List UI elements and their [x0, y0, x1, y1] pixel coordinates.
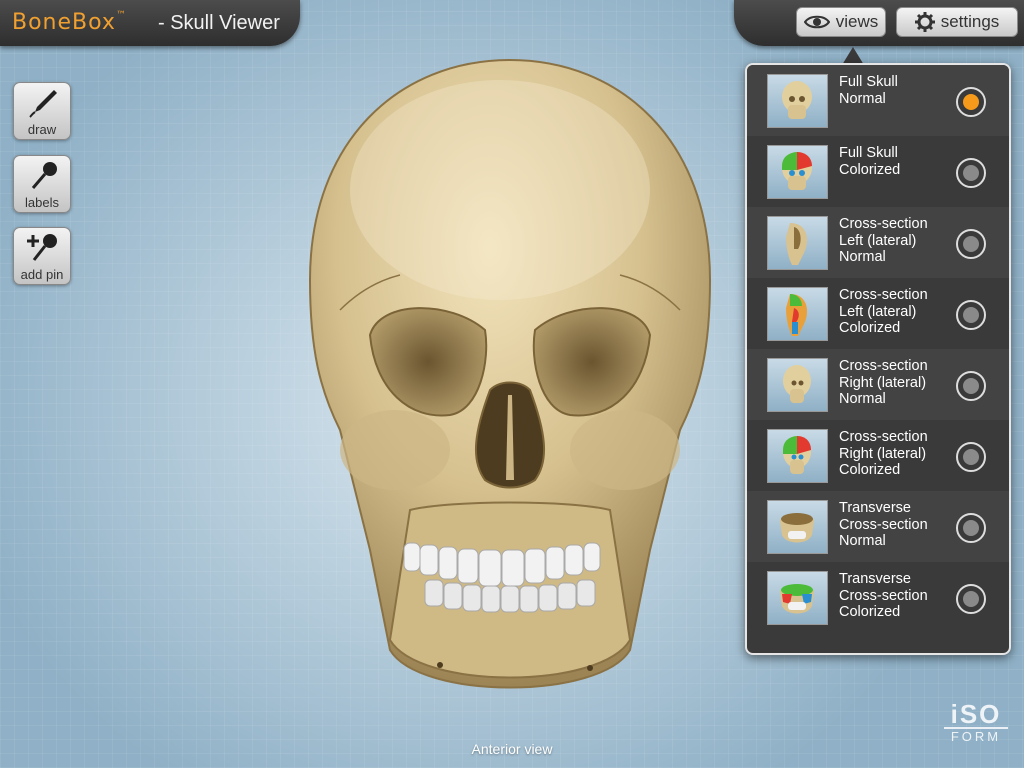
draw-tool-button[interactable]: draw [13, 82, 71, 140]
view-radio[interactable] [956, 229, 986, 259]
view-thumbnail [767, 216, 828, 270]
skull-model[interactable] [300, 50, 720, 715]
view-thumbnail [767, 287, 828, 341]
gear-icon [914, 12, 935, 32]
views-label: views [835, 12, 879, 31]
eye-icon [803, 15, 830, 29]
labels-tool-button[interactable]: labels [13, 155, 71, 213]
view-radio[interactable] [956, 513, 986, 543]
add-pin-tool-button[interactable]: add pin [13, 227, 71, 285]
pin-icon [31, 162, 57, 189]
view-thumbnail [767, 429, 828, 483]
labels-tool-label: labels [25, 195, 59, 210]
view-option-label: Transverse Cross-section Colorized [839, 571, 928, 620]
draw-tool-label: draw [27, 122, 57, 137]
view-option-full-skull-colorized[interactable]: Full Skull Colorized [747, 136, 1009, 207]
settings-button[interactable]: settings [896, 7, 1018, 37]
view-radio[interactable] [956, 87, 986, 117]
view-option-label: Full Skull Normal [839, 74, 898, 107]
settings-label: settings [940, 12, 1000, 31]
add-pin-icon [27, 234, 57, 261]
view-radio[interactable] [956, 584, 986, 614]
view-option-label: Full Skull Colorized [839, 145, 901, 178]
view-option-label: Cross-section Left (lateral) Colorized [839, 287, 928, 336]
view-thumbnail [767, 145, 828, 199]
view-radio[interactable] [956, 371, 986, 401]
view-option-full-skull-normal[interactable]: Full Skull Normal [747, 65, 1009, 136]
view-option-right-normal[interactable]: Cross-section Right (lateral) Normal [747, 349, 1009, 420]
page-title: - Skull Viewer [158, 12, 280, 34]
views-button[interactable]: views [796, 7, 886, 37]
view-caption: Anterior view [471, 741, 553, 757]
pen-icon [29, 90, 57, 118]
view-thumbnail [767, 358, 828, 412]
title-bar: BoneBox™ - Skull Viewer [0, 0, 300, 46]
view-option-label: Cross-section Right (lateral) Normal [839, 358, 928, 407]
view-option-left-normal[interactable]: Cross-section Left (lateral) Normal [747, 207, 1009, 278]
isoform-logo: iSO FORM [944, 701, 1008, 744]
top-controls: views settings [734, 0, 1024, 46]
view-option-label: Cross-section Left (lateral) Normal [839, 216, 928, 265]
view-thumbnail [767, 500, 828, 554]
view-radio[interactable] [956, 158, 986, 188]
view-thumbnail [767, 571, 828, 625]
view-option-label: Transverse Cross-section Normal [839, 500, 928, 549]
views-popover: Full Skull Normal Full Skull Colorized Cro… [745, 63, 1011, 655]
add-pin-tool-label: add pin [20, 267, 64, 282]
view-option-left-colorized[interactable]: Cross-section Left (lateral) Colorized [747, 278, 1009, 349]
view-radio[interactable] [956, 300, 986, 330]
view-option-right-colorized[interactable]: Cross-section Right (lateral) Colorized [747, 420, 1009, 491]
view-radio[interactable] [956, 442, 986, 472]
view-option-label: Cross-section Right (lateral) Colorized [839, 429, 928, 478]
view-option-transverse-normal[interactable]: Transverse Cross-section Normal [747, 491, 1009, 562]
view-thumbnail [767, 74, 828, 128]
view-option-transverse-colorized[interactable]: Transverse Cross-section Colorized [747, 562, 1009, 633]
app-brand: BoneBox™ [12, 10, 127, 35]
